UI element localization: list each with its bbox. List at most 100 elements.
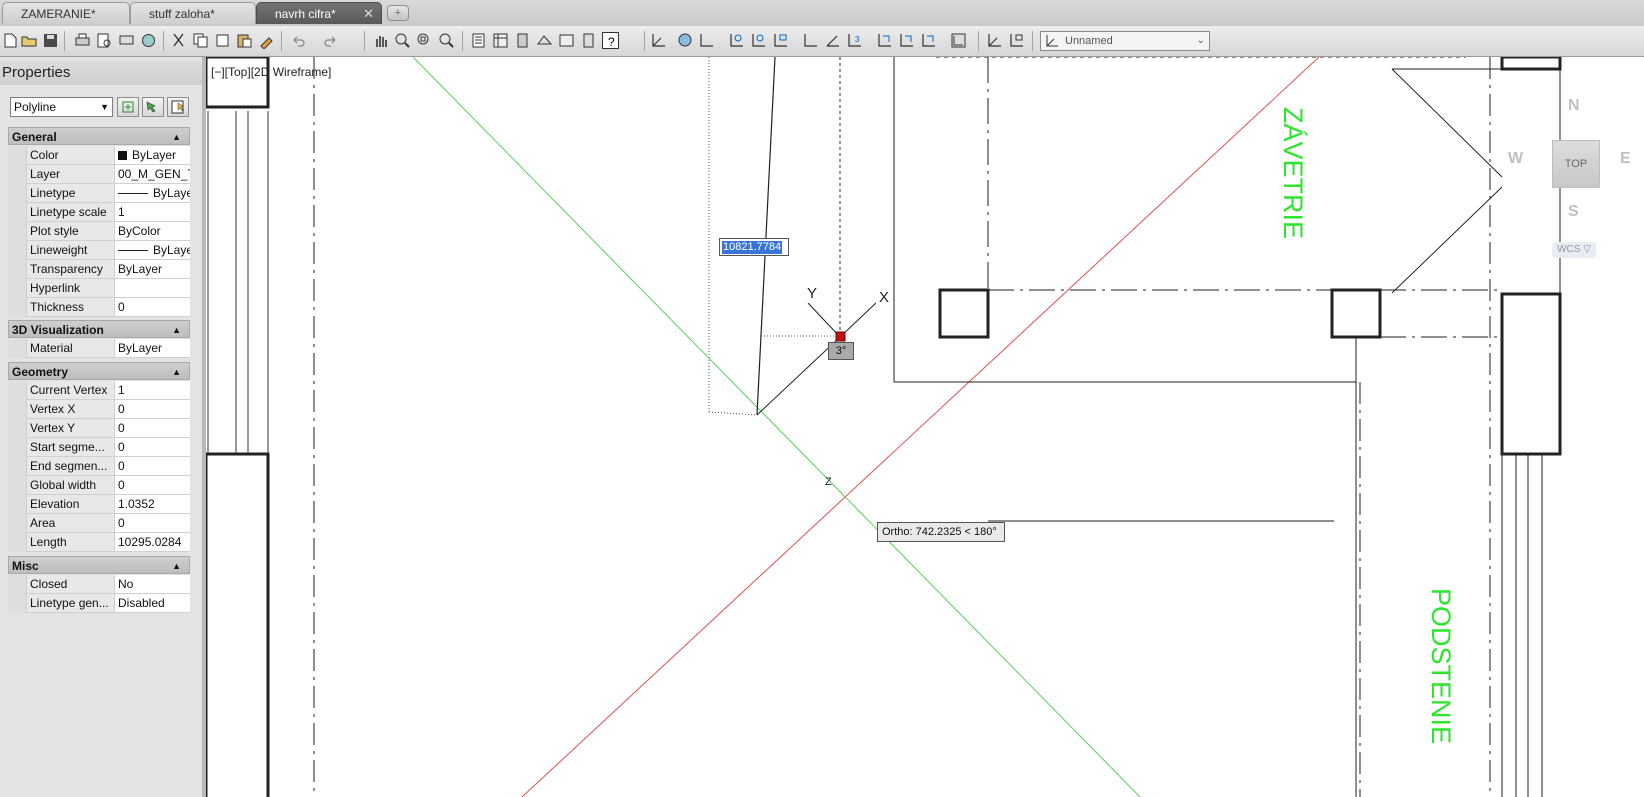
publish-web-icon[interactable] — [140, 32, 157, 49]
select-objects-button[interactable] — [142, 97, 164, 117]
room-label-zavetrie: ZÁVETRIE — [1278, 107, 1308, 240]
property-value[interactable]: ByLayer — [114, 146, 190, 165]
linetype-sample-icon — [118, 193, 148, 194]
ucs-settings-icon[interactable] — [1008, 32, 1025, 49]
dynamic-length-input[interactable]: 10821.7784 — [719, 238, 789, 256]
viewport-controls-label[interactable]: [−][Top][2D Wireframe] — [211, 65, 331, 79]
ucs-z-rotate-icon[interactable] — [920, 32, 937, 49]
property-row-area[interactable]: Area 0 — [8, 514, 190, 533]
pan-hand-icon[interactable] — [372, 32, 389, 49]
copy-base-icon[interactable] — [214, 32, 231, 49]
section-geometry[interactable]: Geometry ▲ — [8, 362, 190, 380]
properties-palette-icon[interactable] — [470, 32, 487, 49]
property-row-length[interactable]: Length 10295.0284 — [8, 533, 190, 552]
viewcube-top-face[interactable]: TOP — [1552, 140, 1600, 188]
property-row-plot-style[interactable]: Plot style ByColor — [8, 222, 190, 241]
column-rect — [938, 288, 990, 339]
save-icon[interactable] — [42, 32, 59, 49]
apply-ucs-icon[interactable] — [950, 32, 967, 49]
ucs-z-axis-icon[interactable] — [824, 32, 841, 49]
grip-point — [835, 331, 846, 342]
property-row-material[interactable]: Material ByLayer — [8, 339, 190, 358]
zoom-previous-icon[interactable] — [438, 32, 455, 49]
property-row-vertex-x[interactable]: Vertex X0 — [8, 400, 190, 419]
section-general[interactable]: General ▲ — [8, 127, 190, 145]
collapse-icon: ▲ — [172, 132, 181, 142]
undo-icon[interactable] — [290, 32, 307, 49]
ucs-previous-icon[interactable] — [698, 32, 715, 49]
property-row-hyperlink[interactable]: Hyperlink — [8, 279, 190, 298]
zoom-realtime-icon[interactable] — [394, 32, 411, 49]
copy-icon[interactable] — [192, 32, 209, 49]
svg-text:?: ? — [608, 35, 615, 49]
property-value[interactable]: ByLayer — [114, 184, 190, 203]
paste-icon[interactable] — [236, 32, 253, 49]
print-icon[interactable] — [74, 32, 91, 49]
toggle-pickadd-button[interactable] — [117, 97, 139, 117]
help-icon[interactable]: ? — [602, 32, 619, 49]
tab-navrh-cifra[interactable]: navrh cifra* ✕ — [256, 2, 382, 24]
section-3d-visualization[interactable]: 3D Visualization ▲ — [8, 320, 190, 338]
property-row-linetype[interactable]: LinetypeByLayer — [8, 184, 190, 203]
named-view-dropdown[interactable]: Unnamed ⌄ — [1040, 31, 1210, 51]
markup-set-icon[interactable] — [558, 32, 575, 49]
ucs-world-icon[interactable] — [676, 32, 693, 49]
publish-icon[interactable] — [118, 32, 135, 49]
open-folder-icon[interactable] — [21, 32, 38, 49]
quickcalc-icon[interactable] — [580, 32, 597, 49]
property-row-vertex-y[interactable]: Vertex Y0 — [8, 419, 190, 438]
property-row-lineweight[interactable]: LineweightByLayer — [8, 241, 190, 260]
drawing-canvas[interactable]: [−][Top][2D Wireframe] 10821.7784 3° Ort… — [206, 57, 1644, 797]
ucs-icon[interactable] — [650, 32, 667, 49]
ucs-3point-icon[interactable]: 3 — [846, 32, 863, 49]
chevron-down-icon: ⌄ — [1196, 35, 1205, 46]
collapse-icon: ▲ — [172, 325, 181, 335]
document-tab-bar: ZAMERANIE* stuff zaloha* navrh cifra* ✕ … — [0, 0, 1644, 27]
property-value[interactable]: ByLayer — [114, 241, 190, 260]
property-row-current-vertex[interactable]: Current Vertex 1 — [8, 381, 190, 400]
compass-west[interactable]: W — [1508, 150, 1523, 168]
zoom-window-icon[interactable] — [416, 32, 433, 49]
compass-south[interactable]: S — [1568, 203, 1579, 221]
property-row-color[interactable]: Color ByLayer — [8, 146, 190, 165]
property-row-closed[interactable]: Closed No — [8, 575, 190, 594]
room-label-podstenie: PODSTENIE — [1426, 588, 1456, 745]
object-type-select[interactable]: Polyline ▼ — [10, 97, 113, 117]
tab-stuff-zaloha[interactable]: stuff zaloha* — [130, 2, 256, 24]
chevron-down-icon: ▼ — [100, 102, 109, 112]
property-row-linetype-scale[interactable]: Linetype scale 1 — [8, 203, 190, 222]
section-misc[interactable]: Misc ▲ — [8, 556, 190, 574]
compass-north[interactable]: N — [1568, 97, 1580, 115]
tab-label: navrh cifra* — [275, 7, 336, 21]
compass-east[interactable]: E — [1620, 150, 1631, 168]
ucs-x-rotate-icon[interactable] — [876, 32, 893, 49]
property-row-global-width[interactable]: Global width 0 — [8, 476, 190, 495]
ucs-origin-icon[interactable] — [802, 32, 819, 49]
property-row-layer[interactable]: Layer00_M_GEN_T... — [8, 165, 190, 184]
print-preview-icon[interactable] — [96, 32, 113, 49]
ucs-face-icon[interactable] — [728, 32, 745, 49]
quick-select-button[interactable] — [167, 97, 189, 117]
column-rect — [1330, 288, 1382, 339]
design-center-icon[interactable] — [492, 32, 509, 49]
new-tab-button[interactable]: + — [387, 5, 409, 21]
redo-icon[interactable] — [322, 32, 339, 49]
new-file-icon[interactable] — [2, 32, 19, 49]
ucs-y-rotate-icon[interactable] — [898, 32, 915, 49]
match-properties-icon[interactable] — [258, 32, 275, 49]
sheet-set-icon[interactable] — [536, 32, 553, 49]
tool-palettes-icon[interactable] — [514, 32, 531, 49]
ucs-view-icon[interactable] — [772, 32, 789, 49]
property-row-end-segment-width[interactable]: End segmen... 0 — [8, 457, 190, 476]
ucs-object-icon[interactable] — [750, 32, 767, 49]
property-row-start-segment-width[interactable]: Start segme... 0 — [8, 438, 190, 457]
property-row-linetype-generation[interactable]: Linetype gen... Disabled — [8, 594, 190, 613]
close-icon[interactable]: ✕ — [363, 3, 374, 25]
property-row-thickness[interactable]: Thickness 0 — [8, 298, 190, 317]
named-ucs-icon[interactable] — [986, 32, 1003, 49]
cut-icon[interactable] — [170, 32, 187, 49]
property-row-elevation[interactable]: Elevation 1.0352 — [8, 495, 190, 514]
property-row-transparency[interactable]: Transparency ByLayer — [8, 260, 190, 279]
wcs-menu[interactable]: WCS ▽ — [1552, 242, 1596, 258]
tab-zameranie[interactable]: ZAMERANIE* — [2, 2, 130, 24]
